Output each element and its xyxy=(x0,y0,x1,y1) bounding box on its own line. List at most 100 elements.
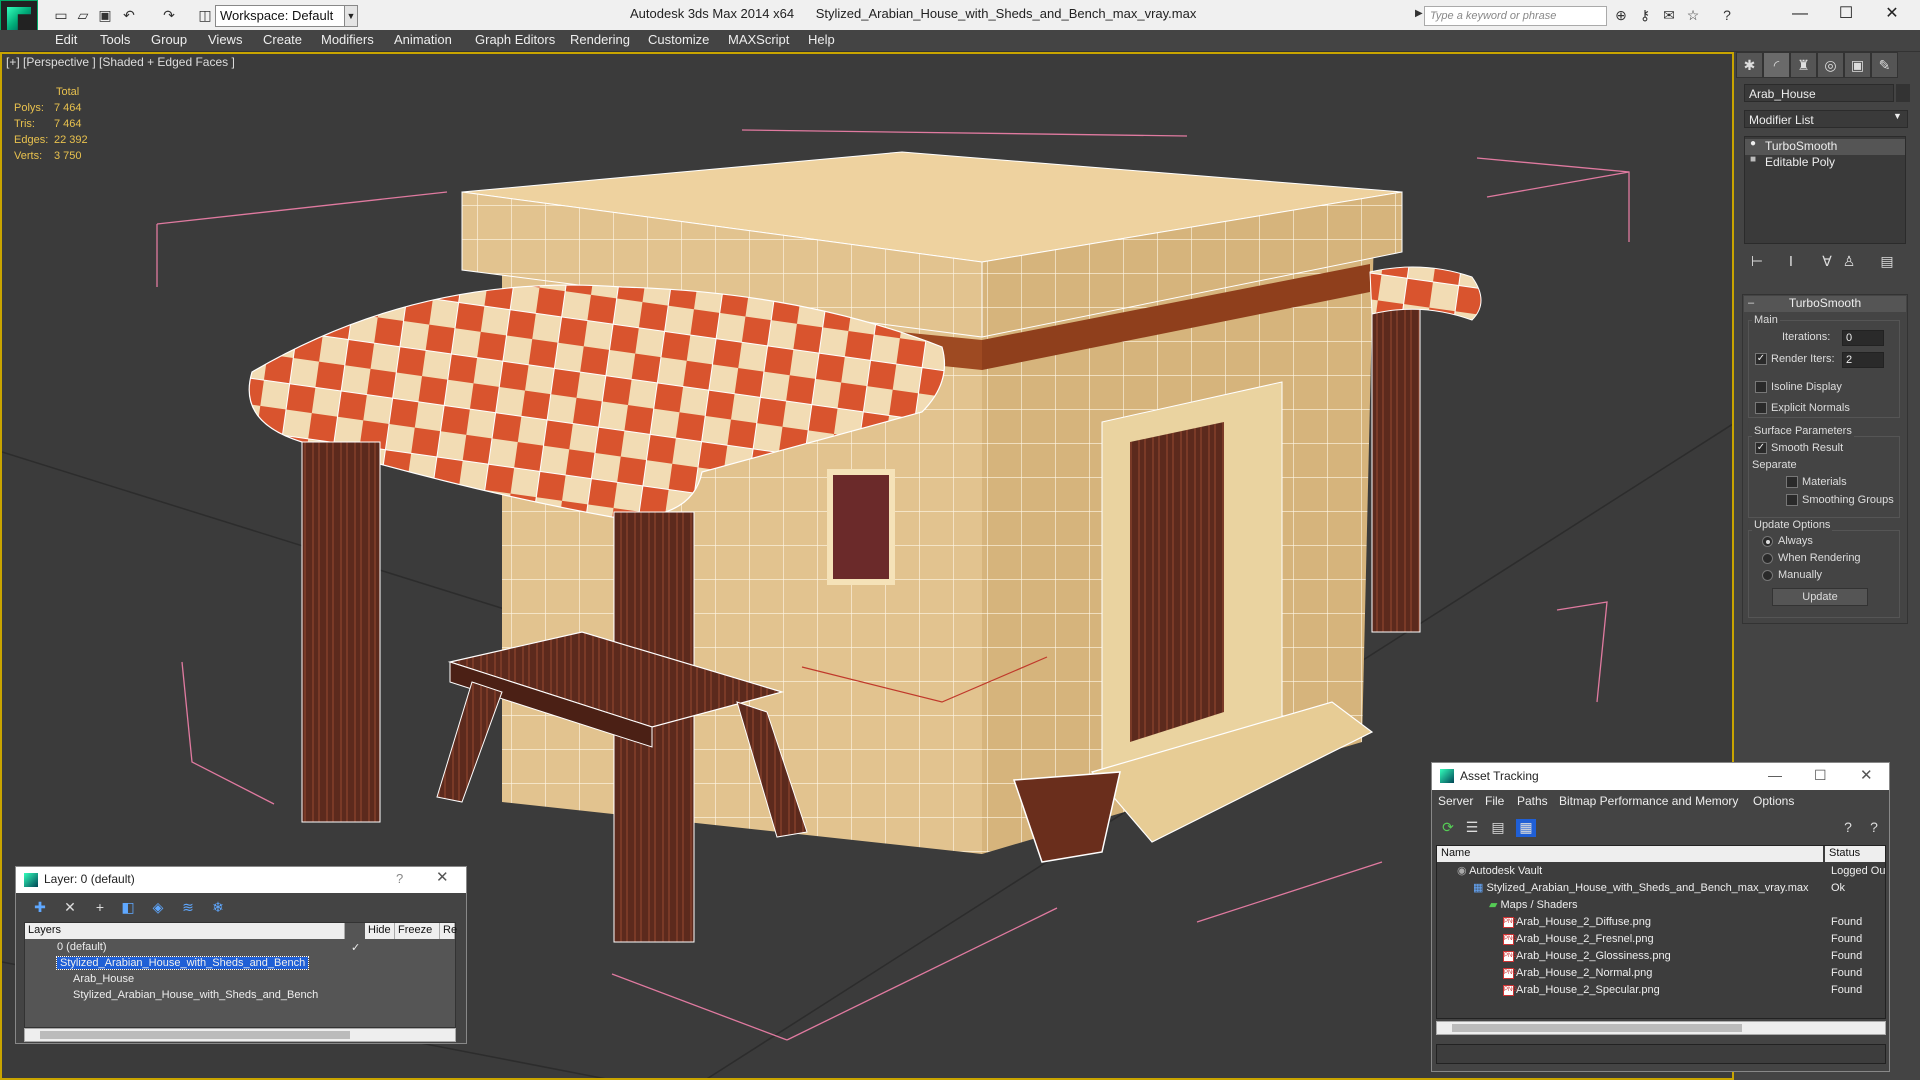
subscription-icon[interactable]: ⚷ xyxy=(1636,6,1654,24)
isoline-checkbox[interactable] xyxy=(1755,381,1767,393)
help-icon[interactable]: ? xyxy=(1718,6,1736,24)
redo-icon[interactable]: ↷ xyxy=(160,6,178,24)
chevron-down-icon[interactable]: ▼ xyxy=(344,5,358,27)
collapse-icon[interactable]: – xyxy=(1748,297,1754,309)
expand-icon[interactable]: ■ xyxy=(1750,154,1756,165)
create-tab-icon[interactable]: ✱ xyxy=(1736,52,1763,78)
asset-menu-file[interactable]: File xyxy=(1485,794,1504,808)
rollout-title[interactable]: TurboSmooth xyxy=(1744,296,1906,312)
menu-rendering[interactable]: Rendering xyxy=(570,32,630,47)
modify-tab-icon[interactable]: ◜ xyxy=(1763,52,1790,78)
communication-icon[interactable]: ✉ xyxy=(1660,6,1678,24)
column-header[interactable]: Layers xyxy=(25,923,345,939)
menu-modifiers[interactable]: Modifiers xyxy=(321,32,374,47)
help-button[interactable]: ? xyxy=(396,871,403,886)
object-color-swatch[interactable] xyxy=(1896,84,1910,102)
close-button[interactable]: ✕ xyxy=(1860,766,1873,784)
layer-row[interactable]: 0 (default) xyxy=(25,940,455,956)
configure-sets-icon[interactable]: ▤ xyxy=(1878,252,1896,270)
display-tab-icon[interactable]: ▣ xyxy=(1844,52,1871,78)
modifier-stack[interactable]: TurboSmooth Editable Poly xyxy=(1744,136,1906,244)
layer-row[interactable]: Arab_House xyxy=(25,972,455,988)
modifier-list-dropdown[interactable]: Modifier List xyxy=(1744,110,1908,128)
materials-checkbox[interactable] xyxy=(1786,476,1798,488)
layer-row[interactable]: Stylized_Arabian_House_with_Sheds_and_Be… xyxy=(25,988,455,1004)
asset-row[interactable]: ▰ Maps / Shaders xyxy=(1437,897,1885,914)
delete-layer-icon[interactable]: ✕ xyxy=(60,899,80,917)
object-name-field[interactable]: Arab_House xyxy=(1744,84,1894,102)
close-button[interactable]: ✕ xyxy=(436,868,449,886)
list-view-icon[interactable]: ☰ xyxy=(1462,819,1482,837)
favorites-star-icon[interactable]: ☆ xyxy=(1684,6,1702,24)
asset-row[interactable]: ◉ Autodesk Vault Logged Ou xyxy=(1437,863,1885,880)
open-file-icon[interactable]: ▱ xyxy=(74,6,92,24)
remove-modifier-icon[interactable]: ♙ xyxy=(1840,252,1858,270)
menu-tools[interactable]: Tools xyxy=(100,32,130,47)
menu-animation[interactable]: Animation xyxy=(394,32,452,47)
menu-maxscript[interactable]: MAXScript xyxy=(728,32,789,47)
column-header[interactable]: Re xyxy=(440,923,457,939)
new-file-icon[interactable]: ▭ xyxy=(52,6,70,24)
project-folder-icon[interactable]: ◫ xyxy=(196,6,214,24)
asset-menu-bitmap[interactable]: Bitmap Performance and Memory xyxy=(1559,794,1738,808)
pin-stack-icon[interactable]: ⊢ xyxy=(1748,252,1766,270)
search-input[interactable]: Type a keyword or phrase xyxy=(1424,6,1607,26)
help-icon[interactable]: ? xyxy=(1838,819,1858,837)
explicit-normals-checkbox[interactable] xyxy=(1755,402,1767,414)
minimize-button[interactable]: — xyxy=(1768,767,1782,783)
asset-menu-options[interactable]: Options xyxy=(1753,794,1794,808)
always-radio[interactable] xyxy=(1762,536,1773,547)
render-iters-spinner[interactable]: 2 xyxy=(1842,352,1884,368)
maximize-button[interactable]: ☐ xyxy=(1824,2,1868,26)
binoculars-icon[interactable]: ⊕ xyxy=(1612,6,1630,24)
smoothing-groups-checkbox[interactable] xyxy=(1786,494,1798,506)
close-button[interactable]: ✕ xyxy=(1870,2,1914,26)
asset-row[interactable]: ▦ Stylized_Arabian_House_with_Sheds_and_… xyxy=(1437,880,1885,897)
asset-row[interactable]: PNGArab_House_2_Diffuse.png Found xyxy=(1437,914,1885,931)
refresh-icon[interactable]: ⟳ xyxy=(1438,819,1458,837)
stack-item[interactable]: Editable Poly xyxy=(1745,155,1905,171)
search-expand-icon[interactable]: ▶ xyxy=(1415,8,1423,19)
utilities-tab-icon[interactable]: ✎ xyxy=(1871,52,1898,78)
save-file-icon[interactable]: ▣ xyxy=(96,6,114,24)
hierarchy-tab-icon[interactable]: ♜ xyxy=(1790,52,1817,78)
menu-views[interactable]: Views xyxy=(208,32,242,47)
motion-tab-icon[interactable]: ◎ xyxy=(1817,52,1844,78)
chevron-down-icon[interactable]: ▼ xyxy=(1893,111,1902,121)
light-bulb-icon[interactable]: ● xyxy=(1750,138,1756,149)
asset-path-field[interactable] xyxy=(1436,1044,1886,1064)
menu-edit[interactable]: Edit xyxy=(55,32,77,47)
stack-item[interactable]: TurboSmooth xyxy=(1745,139,1905,155)
table-view-icon[interactable]: ▦ xyxy=(1516,819,1536,837)
add-to-layer-icon[interactable]: + xyxy=(90,899,110,917)
hide-all-icon[interactable]: ≋ xyxy=(178,899,198,917)
make-unique-icon[interactable]: ∀ xyxy=(1818,252,1836,270)
asset-menu-server[interactable]: Server xyxy=(1438,794,1473,808)
viewport-label[interactable]: [+] [Perspective ] [Shaded + Edged Faces… xyxy=(6,55,235,69)
asset-row[interactable]: PNGArab_House_2_Fresnel.png Found xyxy=(1437,931,1885,948)
minimize-button[interactable]: — xyxy=(1778,2,1822,26)
highlight-layer-icon[interactable]: ◈ xyxy=(148,899,168,917)
asset-row[interactable]: PNGArab_House_2_Glossiness.png Found xyxy=(1437,948,1885,965)
smooth-result-checkbox[interactable]: ✓ xyxy=(1755,442,1767,454)
scrollbar-thumb[interactable] xyxy=(1452,1024,1742,1032)
menu-graph-editors[interactable]: Graph Editors xyxy=(475,32,555,47)
freeze-all-icon[interactable]: ❄ xyxy=(208,899,228,917)
column-header[interactable]: Hide xyxy=(365,923,395,939)
help-context-icon[interactable]: ? xyxy=(1864,819,1884,837)
menu-customize[interactable]: Customize xyxy=(648,32,709,47)
select-in-layer-icon[interactable]: ◧ xyxy=(118,899,138,917)
scrollbar-thumb[interactable] xyxy=(40,1031,350,1039)
create-layer-icon[interactable]: ✚ xyxy=(30,899,50,917)
column-header[interactable]: Status xyxy=(1825,846,1885,862)
tree-view-icon[interactable]: ▤ xyxy=(1488,819,1508,837)
layer-row[interactable]: Stylized_Arabian_House_with_Sheds_and_Be… xyxy=(25,956,455,972)
maximize-button[interactable]: ☐ xyxy=(1814,767,1827,784)
menu-group[interactable]: Group xyxy=(151,32,187,47)
asset-row[interactable]: PNGArab_House_2_Specular.png Found xyxy=(1437,982,1885,999)
when-rendering-radio[interactable] xyxy=(1762,553,1773,564)
menu-help[interactable]: Help xyxy=(808,32,835,47)
manually-radio[interactable] xyxy=(1762,570,1773,581)
workspace-dropdown[interactable]: Workspace: Default xyxy=(215,5,352,27)
iterations-spinner[interactable]: 0 xyxy=(1842,330,1884,346)
